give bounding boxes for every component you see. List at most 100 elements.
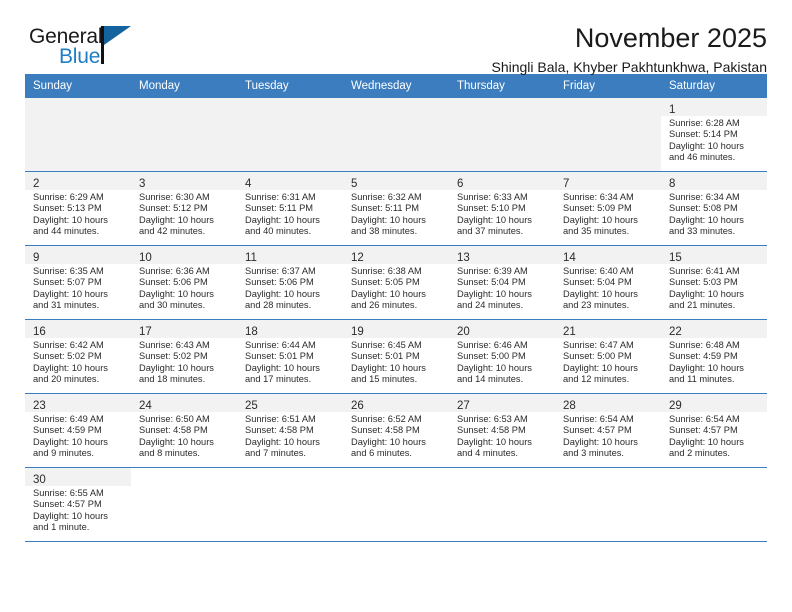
- daylight-text-line1: Daylight: 10 hours: [245, 362, 320, 373]
- day-cell[interactable]: 9 Sunrise: 6:35 AM Sunset: 5:07 PM Daylight…: [25, 245, 131, 320]
- day-cell[interactable]: 20 Sunrise: 6:46 AM Sunset: 5:00 PM Dayligh…: [449, 319, 555, 394]
- day-cell[interactable]: 13 Sunrise: 6:39 AM Sunset: 5:04 PM Dayligh…: [449, 245, 555, 320]
- weekday-header-wednesday: Wednesday: [343, 74, 449, 98]
- sunrise-text: Sunrise: 6:29 AM: [33, 192, 104, 202]
- day-cell[interactable]: 3 Sunrise: 6:30 AM Sunset: 5:12 PM Daylight…: [131, 171, 237, 246]
- day-cell[interactable]: 27 Sunrise: 6:53 AM Sunset: 4:58 PM Dayligh…: [449, 393, 555, 468]
- calendar-week-row: 1 Sunrise: 6:28 AM Sunset: 5:14 PM Daylight…: [25, 98, 767, 172]
- general-blue-logo[interactable]: General Blue: [25, 24, 145, 72]
- sunset-text: Sunset: 4:57 PM: [33, 499, 102, 510]
- sunset-text: Sunset: 5:06 PM: [245, 277, 314, 288]
- empty-day-placeholder: [343, 98, 449, 171]
- sunset-text: Sunset: 4:59 PM: [669, 351, 738, 362]
- day-number-strip: 26: [343, 394, 449, 412]
- day-cell-empty: [237, 98, 343, 172]
- sunset-text: Sunset: 5:04 PM: [563, 277, 632, 288]
- day-cell[interactable]: 2 Sunrise: 6:29 AM Sunset: 5:13 PM Daylight…: [25, 171, 131, 246]
- day-cell[interactable]: 18 Sunrise: 6:44 AM Sunset: 5:01 PM Dayligh…: [237, 319, 343, 394]
- sunset-text: Sunset: 5:10 PM: [457, 203, 526, 214]
- daylight-text-line1: Daylight: 10 hours: [33, 510, 108, 521]
- sunrise-text: Sunrise: 6:49 AM: [33, 414, 104, 424]
- day-number: 27: [457, 400, 470, 412]
- day-number: 24: [139, 400, 152, 412]
- daylight-text-line2: and 2 minutes.: [669, 447, 730, 458]
- day-details: Sunrise: 6:42 AM Sunset: 5:02 PM Daylight:…: [25, 338, 131, 385]
- day-cell[interactable]: 17 Sunrise: 6:43 AM Sunset: 5:02 PM Dayligh…: [131, 319, 237, 394]
- daylight-text-line2: and 15 minutes.: [351, 373, 418, 384]
- day-cell[interactable]: 24 Sunrise: 6:50 AM Sunset: 4:58 PM Dayligh…: [131, 393, 237, 468]
- day-cell[interactable]: 29 Sunrise: 6:54 AM Sunset: 4:57 PM Dayligh…: [661, 393, 767, 468]
- day-cell[interactable]: 4 Sunrise: 6:31 AM Sunset: 5:11 PM Daylight…: [237, 171, 343, 246]
- daylight-text-line1: Daylight: 10 hours: [563, 214, 638, 225]
- day-number: 17: [139, 326, 152, 338]
- day-cell[interactable]: 23 Sunrise: 6:49 AM Sunset: 4:59 PM Dayligh…: [25, 393, 131, 468]
- day-number: 25: [245, 400, 258, 412]
- day-number-strip: 12: [343, 246, 449, 264]
- daylight-text-line2: and 18 minutes.: [139, 373, 206, 384]
- calendar-week-row: 9 Sunrise: 6:35 AM Sunset: 5:07 PM Daylight…: [25, 245, 767, 320]
- day-details: Sunrise: 6:32 AM Sunset: 5:11 PM Daylight:…: [343, 190, 449, 237]
- day-cell[interactable]: 6 Sunrise: 6:33 AM Sunset: 5:10 PM Daylight…: [449, 171, 555, 246]
- day-cell[interactable]: 10 Sunrise: 6:36 AM Sunset: 5:06 PM Dayligh…: [131, 245, 237, 320]
- day-number-strip: 13: [449, 246, 555, 264]
- daylight-text-line1: Daylight: 10 hours: [245, 436, 320, 447]
- day-cell-empty: [449, 98, 555, 172]
- day-details: Sunrise: 6:31 AM Sunset: 5:11 PM Daylight:…: [237, 190, 343, 237]
- day-number: 10: [139, 252, 152, 264]
- daylight-text-line2: and 4 minutes.: [457, 447, 518, 458]
- day-number: 6: [457, 178, 464, 190]
- calendar-week-row: 16 Sunrise: 6:42 AM Sunset: 5:02 PM Dayligh…: [25, 319, 767, 394]
- day-cell[interactable]: 8 Sunrise: 6:34 AM Sunset: 5:08 PM Daylight…: [661, 171, 767, 246]
- logo-text-general: General: [29, 25, 103, 48]
- day-cell[interactable]: 1 Sunrise: 6:28 AM Sunset: 5:14 PM Daylight…: [661, 98, 767, 172]
- daylight-text-line2: and 21 minutes.: [669, 299, 736, 310]
- triangle-flag-icon: [104, 26, 131, 45]
- sunrise-text: Sunrise: 6:43 AM: [139, 340, 210, 350]
- day-cell[interactable]: 14 Sunrise: 6:40 AM Sunset: 5:04 PM Dayligh…: [555, 245, 661, 320]
- day-cell[interactable]: 21 Sunrise: 6:47 AM Sunset: 5:00 PM Dayligh…: [555, 319, 661, 394]
- day-details: Sunrise: 6:45 AM Sunset: 5:01 PM Daylight:…: [343, 338, 449, 385]
- daylight-text-line1: Daylight: 10 hours: [351, 436, 426, 447]
- day-cell[interactable]: 5 Sunrise: 6:32 AM Sunset: 5:11 PM Daylight…: [343, 171, 449, 246]
- day-details: Sunrise: 6:47 AM Sunset: 5:00 PM Daylight:…: [555, 338, 661, 385]
- day-number: 19: [351, 326, 364, 338]
- sunset-text: Sunset: 4:58 PM: [457, 425, 526, 436]
- day-number: 15: [669, 252, 682, 264]
- day-cell[interactable]: 28 Sunrise: 6:54 AM Sunset: 4:57 PM Dayligh…: [555, 393, 661, 468]
- page-header: General Blue November 2025 Shingli Bala,…: [25, 0, 767, 76]
- day-cell[interactable]: 26 Sunrise: 6:52 AM Sunset: 4:58 PM Dayligh…: [343, 393, 449, 468]
- day-cell[interactable]: 19 Sunrise: 6:45 AM Sunset: 5:01 PM Dayligh…: [343, 319, 449, 394]
- daylight-text-line2: and 33 minutes.: [669, 225, 736, 236]
- day-cell[interactable]: 30 Sunrise: 6:55 AM Sunset: 4:57 PM Dayligh…: [25, 467, 131, 542]
- daylight-text-line1: Daylight: 10 hours: [669, 436, 744, 447]
- day-cell[interactable]: 11 Sunrise: 6:37 AM Sunset: 5:06 PM Dayligh…: [237, 245, 343, 320]
- day-cell-content: 10 Sunrise: 6:36 AM Sunset: 5:06 PM Dayligh…: [131, 246, 237, 319]
- sunrise-text: Sunrise: 6:40 AM: [563, 266, 634, 276]
- sunset-text: Sunset: 5:00 PM: [563, 351, 632, 362]
- day-number: 29: [669, 400, 682, 412]
- day-details: Sunrise: 6:41 AM Sunset: 5:03 PM Daylight:…: [661, 264, 767, 311]
- sunrise-text: Sunrise: 6:51 AM: [245, 414, 316, 424]
- day-cell[interactable]: 25 Sunrise: 6:51 AM Sunset: 4:58 PM Dayligh…: [237, 393, 343, 468]
- day-cell-content: 26 Sunrise: 6:52 AM Sunset: 4:58 PM Dayligh…: [343, 394, 449, 467]
- day-cell[interactable]: 12 Sunrise: 6:38 AM Sunset: 5:05 PM Dayligh…: [343, 245, 449, 320]
- page-title: November 2025: [574, 23, 767, 53]
- blank-day-placeholder: [237, 468, 343, 541]
- daylight-text-line2: and 3 minutes.: [563, 447, 624, 458]
- weekday-header-thursday: Thursday: [449, 74, 555, 98]
- day-number-strip: 24: [131, 394, 237, 412]
- sunset-text: Sunset: 5:02 PM: [139, 351, 208, 362]
- sunrise-text: Sunrise: 6:42 AM: [33, 340, 104, 350]
- calendar-body: 1 Sunrise: 6:28 AM Sunset: 5:14 PM Daylight…: [25, 98, 767, 542]
- day-cell[interactable]: 16 Sunrise: 6:42 AM Sunset: 5:02 PM Dayligh…: [25, 319, 131, 394]
- day-cell[interactable]: 22 Sunrise: 6:48 AM Sunset: 4:59 PM Dayligh…: [661, 319, 767, 394]
- day-cell[interactable]: 15 Sunrise: 6:41 AM Sunset: 5:03 PM Dayligh…: [661, 245, 767, 320]
- sunset-text: Sunset: 5:03 PM: [669, 277, 738, 288]
- day-number-strip: 22: [661, 320, 767, 338]
- sunset-text: Sunset: 5:14 PM: [669, 129, 738, 140]
- day-cell-content: 7 Sunrise: 6:34 AM Sunset: 5:09 PM Daylight…: [555, 172, 661, 245]
- sunset-text: Sunset: 5:09 PM: [563, 203, 632, 214]
- day-cell[interactable]: 7 Sunrise: 6:34 AM Sunset: 5:09 PM Daylight…: [555, 171, 661, 246]
- day-cell-content: 2 Sunrise: 6:29 AM Sunset: 5:13 PM Daylight…: [25, 172, 131, 245]
- day-details: Sunrise: 6:34 AM Sunset: 5:09 PM Daylight:…: [555, 190, 661, 237]
